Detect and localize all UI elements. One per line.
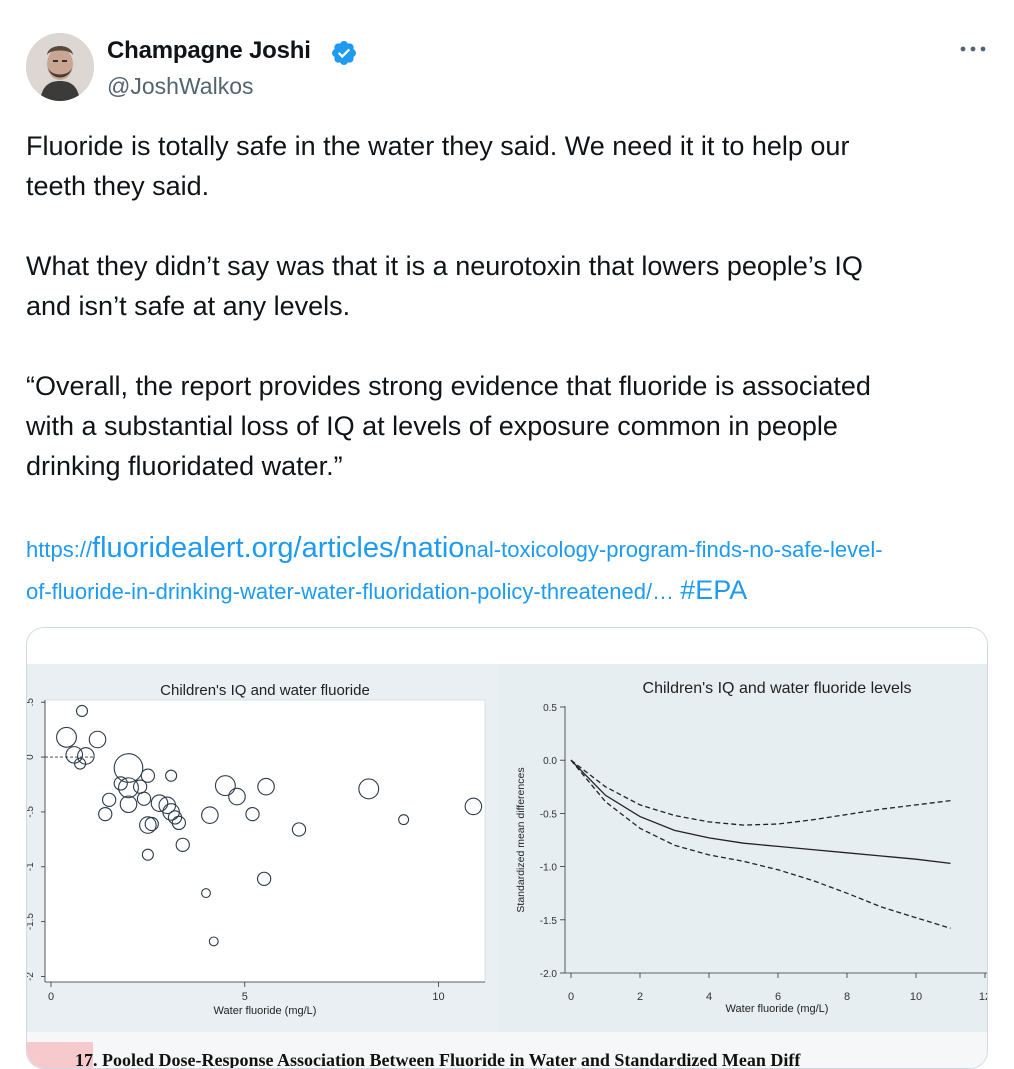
right-x-axis-label: Water fluoride (mg/L) [726,1003,829,1015]
right-y-axis-label: Standardized mean differences [515,767,527,912]
tweet-link-block: https://fluoridealert.org/articles/natio… [26,528,986,612]
tweet-line: teeth they said. [26,171,210,201]
tweet-line: and isn’t safe at any levels. [26,291,351,321]
left-x-axis-label: Water fluoride (mg/L) [214,1005,317,1017]
right-x-tick-label: 4 [706,991,712,1003]
tweet-line: “Overall, the report provides strong evi… [26,371,871,401]
link-path-2: of-fluoride-in-drinking-water-water-fluo… [26,579,675,604]
tweet-text: Fluoride is totally safe in the water th… [26,126,986,486]
right-y-tick-label: -1.5 [540,916,558,927]
tweet-line: What they didn’t say was that it is a ne… [26,251,863,281]
left-y-tick-label: .5 [27,698,36,707]
article-link[interactable]: https://fluoridealert.org/articles/natio… [26,532,883,564]
right-chart-title: Children's IQ and water fluoride levels [643,680,912,697]
link-domain: fluoridealert.org/articles/natio [92,532,465,564]
left-chart-title: Children's IQ and water fluoride [160,682,370,699]
left-y-tick-label: -1 [27,862,36,871]
link-prefix: https:// [26,537,93,562]
left-y-tick-label: -.5 [27,806,36,818]
right-x-tick-label: 8 [844,991,850,1003]
media-image[interactable]: Children's IQ and water fluoride .5 0 -.5 -… [26,627,988,1069]
left-x-tick-label: 10 [432,991,444,1003]
left-y-tick-label: -2 [27,972,36,981]
hashtag-link[interactable]: #EPA [680,575,747,605]
right-x-tick-label: 12 [979,991,987,1003]
left-x-tick-label: 0 [48,991,54,1003]
tweet-line: drinking fluoridated water.” [26,451,343,481]
right-y-tick-label: 0.5 [543,703,557,714]
link-path-1: nal-toxicology-program-finds-no-safe-lev… [464,537,883,562]
more-options-icon[interactable] [958,37,988,61]
avatar-image [26,33,94,101]
article-link-continued[interactable]: of-fluoride-in-drinking-water-water-fluo… [26,579,674,604]
tweet-header: Champagne Joshi @JoshWalkos [26,33,988,105]
right-x-tick-label: 6 [775,991,781,1003]
right-y-tick-label: -0.5 [540,809,558,820]
right-x-tick-label: 0 [568,991,574,1003]
left-y-tick-label: 0 [27,754,36,760]
tweet-line: Fluoride is totally safe in the water th… [26,131,850,161]
avatar[interactable] [26,33,94,101]
verified-badge-icon [332,41,356,65]
right-x-tick-label: 10 [910,991,922,1003]
left-x-tick-label: 5 [242,991,248,1003]
tweet-line: with a substantial loss of IQ at levels … [26,411,838,441]
right-x-tick-label: 2 [637,991,643,1003]
left-y-tick-label: -1.5 [27,913,36,931]
author-name[interactable]: Champagne Joshi [107,37,311,65]
right-y-tick-label: -1.0 [540,863,558,874]
right-y-tick-label: -2.0 [540,969,558,980]
author-handle[interactable]: @JoshWalkos [107,73,253,100]
right-y-tick-label: 0.0 [543,756,557,767]
chart-image: Children's IQ and water fluoride .5 0 -.5 -… [27,628,987,1068]
figure-caption: 17. Pooled Dose-Response Association Bet… [75,1050,801,1068]
